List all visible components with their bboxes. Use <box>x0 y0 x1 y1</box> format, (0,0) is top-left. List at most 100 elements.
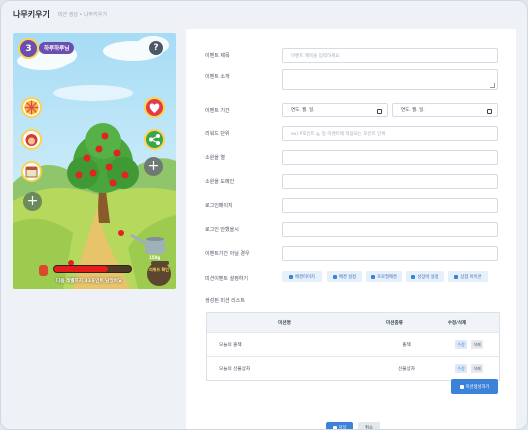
plus-square-icon <box>459 384 464 389</box>
bg-image-label: 배경이미지 <box>295 274 315 280</box>
page-header: 나무키우기 미션 생성 • 나무키우기 <box>13 7 107 21</box>
shop-icon-button[interactable]: 상점 아이콘 <box>448 271 488 282</box>
breadcrumb-current: 나무키우기 <box>83 11 107 18</box>
profile-bg-icon <box>371 274 376 279</box>
level-badge: 3 <box>18 38 39 59</box>
reward-unit-label: 리워드 단위 <box>205 131 230 137</box>
add-left-button[interactable]: + <box>23 192 42 211</box>
cancel-label: 취소 <box>365 425 373 430</box>
mission-list-title: 생성된 미션 리스트 <box>205 298 245 304</box>
event-intro-textarea[interactable] <box>282 69 498 90</box>
share-icon <box>149 134 160 145</box>
wish-open-label: 소원을 열 <box>205 155 225 161</box>
col-mission-name: 미션명 <box>278 320 291 326</box>
not-logged-in-label: 로그인 안했을시 <box>205 227 239 233</box>
wish-open-input[interactable] <box>282 150 498 165</box>
roulette-icon <box>24 100 39 115</box>
plus-icon: + <box>147 158 160 174</box>
calendar-icon[interactable] <box>487 109 492 114</box>
mission-type: 출첵 <box>402 342 411 348</box>
like-button[interactable] <box>144 97 165 118</box>
event-form: 이벤트 제목 이벤트 제목을 입력하세요이벤트 소개이벤트 기간 연도. 월. 일.… <box>186 29 516 429</box>
out-of-period-input[interactable] <box>282 246 498 261</box>
growth-bar-icon <box>411 274 416 279</box>
water-amount: 150g <box>149 255 161 260</box>
reward-unit-placeholder: ex) P포인트 g, 등 이벤트에 적용되는 포인트 단위 <box>291 131 386 137</box>
level-number: 3 <box>25 44 32 54</box>
progress-message: 다음 레벨까지 33포인트 남았어요 <box>56 279 123 284</box>
reward-check-label[interactable]: 리워드 확인 <box>149 267 169 272</box>
out-of-period-label: 이벤트기간 아닐 경우 <box>205 251 250 257</box>
delete-button[interactable]: 삭제 <box>471 364 483 373</box>
page-title: 나무키우기 <box>13 9 50 19</box>
plus-icon: + <box>26 193 39 209</box>
event-period-label: 이벤트 기간 <box>205 108 230 114</box>
col-edit-delete: 수정/삭제 <box>447 320 467 326</box>
help-icon: ? <box>153 43 159 53</box>
character-icon <box>25 134 38 146</box>
mission-settings-label: 미션이벤트 설정하기 <box>205 276 248 282</box>
calendar-icon <box>25 166 38 178</box>
event-title-label: 이벤트 제목 <box>205 53 230 59</box>
not-logged-in-input[interactable] <box>282 222 498 237</box>
profile-bg-button[interactable]: 프로필배경 <box>366 271 402 282</box>
app-window: 나무키우기 미션 생성 • 나무키우기 3 하루하루님 ? + + 150g 리… <box>0 0 528 430</box>
shop-icon-icon <box>454 274 459 279</box>
mission-type: 선물상자 <box>398 366 415 372</box>
table-row: 오늘의 출첵 출첵 수정 삭제 <box>207 332 499 356</box>
event-period-end-date-value: 연도. 월. 일. <box>401 108 425 113</box>
delete-button[interactable]: 삭제 <box>471 340 483 349</box>
save-button[interactable]: 저장 <box>326 422 353 429</box>
growth-progress-bar <box>53 265 132 273</box>
help-button[interactable]: ? <box>149 41 163 55</box>
event-period-end-date[interactable]: 연도. 월. 일. <box>392 103 498 117</box>
mission-name: 오늘의 선물상자 <box>219 366 251 372</box>
heart-icon <box>149 103 160 113</box>
bg-image-button[interactable]: 배경이미지 <box>282 271 322 282</box>
edit-button[interactable]: 수정 <box>455 364 467 373</box>
breadcrumb-separator: • <box>79 11 83 18</box>
login-page-label: 로그인페이지 <box>205 203 233 209</box>
create-mission-label: 미션생성하기 <box>465 384 490 390</box>
edit-button[interactable]: 수정 <box>455 340 467 349</box>
reward-badge <box>147 262 171 286</box>
bg-setting-icon <box>332 274 337 279</box>
reward-unit-input[interactable]: ex) P포인트 g, 등 이벤트에 적용되는 포인트 단위 <box>282 126 498 141</box>
user-name-pill: 하루하루님 <box>39 42 75 54</box>
calendar-icon[interactable] <box>377 109 382 114</box>
growth-progress-fill <box>54 266 108 272</box>
login-page-input[interactable] <box>282 198 498 213</box>
add-right-button[interactable]: + <box>144 157 163 176</box>
user-name: 하루하루님 <box>44 46 70 52</box>
table-header: 미션명 미션종류 수정/삭제 <box>207 313 499 332</box>
share-button[interactable] <box>144 129 165 150</box>
create-mission-button[interactable]: 미션생성하기 <box>451 379 498 394</box>
event-intro-label: 이벤트 소개 <box>205 74 230 80</box>
bg-setting-button[interactable]: 배경 설정 <box>327 271 362 282</box>
col-mission-type: 미션종류 <box>386 320 403 326</box>
event-title-input[interactable]: 이벤트 제목을 입력하세요 <box>282 48 498 63</box>
game-preview: 3 하루하루님 ? + + 150g 리워드 확인 다음 레벨까지 33포인트 … <box>13 33 176 289</box>
bg-image-icon <box>289 274 294 279</box>
wish-domain-input[interactable] <box>282 174 498 189</box>
event-period-start-date-value: 연도. 월. 일. <box>291 108 315 113</box>
bg-setting-label: 배경 설정 <box>338 274 357 280</box>
mission-name: 오늘의 출첵 <box>219 342 242 348</box>
character-button[interactable] <box>21 129 42 150</box>
roulette-button[interactable] <box>21 97 42 118</box>
event-period-start-date[interactable]: 연도. 월. 일. <box>282 103 388 117</box>
row-actions: 수정 삭제 <box>439 364 499 373</box>
wish-domain-label: 소원을 도메인 <box>205 179 235 185</box>
profile-bg-label: 프로필배경 <box>377 274 397 280</box>
shop-icon-label: 상점 아이콘 <box>460 274 482 280</box>
resize-handle-icon[interactable] <box>490 83 495 88</box>
breadcrumb-parent[interactable]: 미션 생성 <box>58 12 78 18</box>
calendar-button[interactable] <box>21 161 42 182</box>
save-icon <box>332 425 337 429</box>
breadcrumb: 미션 생성 • 나무키우기 <box>58 11 107 18</box>
row-actions: 수정 삭제 <box>439 340 499 349</box>
table-row: 오늘의 선물상자 선물상자 수정 삭제 <box>207 356 499 380</box>
growth-bar-button[interactable]: 성장바 설정 <box>406 271 444 282</box>
cancel-button[interactable]: 취소 <box>358 422 380 430</box>
avatar <box>39 265 48 276</box>
